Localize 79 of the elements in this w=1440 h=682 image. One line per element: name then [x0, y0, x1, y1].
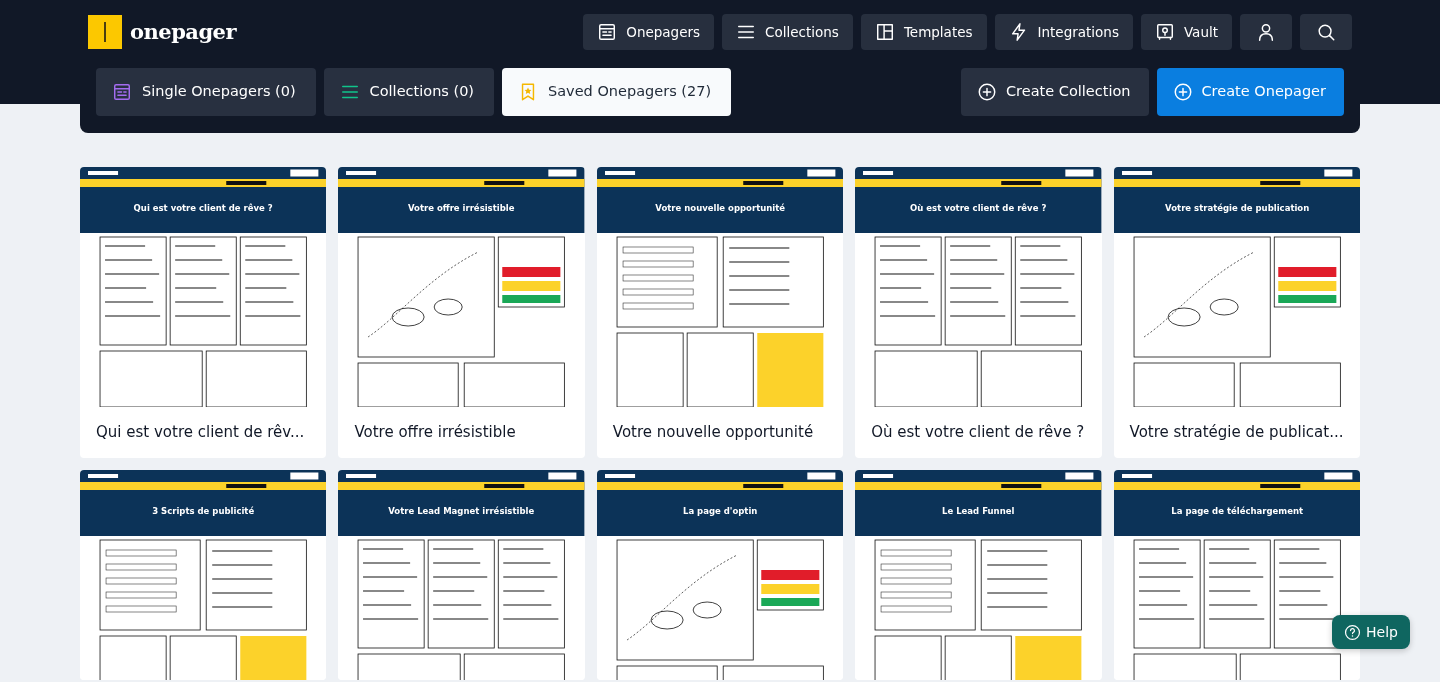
onepager-card[interactable]: Votre Lead Magnet irrésistible — [338, 469, 585, 680]
thumbnail-logo — [604, 171, 635, 175]
tab[interactable]: Collections (0) — [323, 68, 495, 116]
thumbnail-banner-button — [1001, 483, 1042, 488]
nav-button[interactable]: Onepagers — [583, 14, 715, 50]
thumbnail-title: La page d'optin — [682, 505, 758, 516]
plus-icon — [977, 82, 997, 102]
thumbnail-title: Votre offre irrésistible — [408, 203, 515, 213]
thumbnail-banner-button — [743, 483, 784, 488]
thumbnail-banner-button — [484, 181, 525, 185]
thumbnail-banner-button — [226, 181, 267, 185]
nav-button[interactable]: Templates — [860, 14, 987, 50]
thumbnail-button — [807, 169, 836, 177]
create-onepager-button[interactable]: Create Onepager — [1156, 68, 1344, 116]
user-icon — [1256, 22, 1276, 42]
safe-icon — [1154, 22, 1175, 42]
thumbnail-button — [290, 169, 319, 177]
thumbnail-banner-button — [1001, 181, 1042, 185]
plus-icon — [1172, 82, 1193, 102]
thumbnail-title: Votre Lead Magnet irrésistible — [388, 505, 535, 516]
thumbnail-logo — [88, 473, 119, 478]
card-title: Votre offre irrésistible — [353, 422, 517, 443]
thumbnail-banner-button — [226, 483, 267, 488]
onepager-card[interactable]: La page d'optin — [596, 469, 844, 680]
card-title: Votre stratégie de publicat... — [1128, 422, 1345, 443]
thumbnail-button — [290, 472, 319, 479]
thumbnail-button — [1323, 472, 1352, 479]
thumbnail-title: 3 Scripts de publicité — [152, 505, 255, 516]
onepager-card[interactable]: Le Lead Funnel — [855, 469, 1102, 680]
thumbnail-title: Votre nouvelle opportunité — [655, 203, 785, 213]
thumbnail-title: Qui est votre client de rêve ? — [133, 203, 273, 213]
card-title: Où est votre client de rêve ? — [870, 422, 1086, 443]
thumbnail-button — [548, 472, 577, 479]
nav-button[interactable]: Integrations — [994, 14, 1133, 50]
thumbnail-logo — [863, 473, 894, 478]
thumbnail-title: Où est votre client de rêve ? — [910, 203, 1047, 213]
thumbnail-title: Votre stratégie de publication — [1164, 203, 1309, 213]
thumbnail-button — [548, 169, 577, 177]
thumbnail-logo — [1121, 473, 1152, 478]
search-button[interactable] — [1300, 14, 1352, 50]
onepager-card[interactable]: La page de téléchargement — [1113, 469, 1360, 680]
layout-icon — [874, 22, 895, 42]
help-button[interactable]: Help — [1332, 615, 1410, 649]
onepager-card[interactable]: Votre stratégie de publication Votre stratégie de publicat... — [1113, 167, 1360, 458]
tab[interactable]: Saved Onepagers (27) — [502, 68, 732, 116]
thumbnail-banner-button — [1259, 181, 1300, 185]
document-icon — [597, 22, 618, 42]
search-icon — [1316, 22, 1336, 42]
thumbnail-logo — [1121, 171, 1152, 175]
logo-icon — [88, 15, 122, 49]
thumbnail-title: La page de téléchargement — [1170, 505, 1303, 516]
profile-button[interactable] — [1240, 14, 1292, 50]
onepager-card[interactable]: Où est votre client de rêve ? Où est votre client de rêve ? — [855, 167, 1102, 458]
thumbnail-banner-button — [743, 181, 784, 185]
thumbnail-logo — [346, 171, 377, 175]
onepager-card[interactable]: Qui est votre client de rêve ? Qui est votre client de rêv... — [80, 167, 327, 458]
nav-button[interactable]: Vault — [1140, 14, 1232, 50]
thumbnail-button — [1065, 169, 1094, 177]
thumbnail-title: Le Lead Funnel — [942, 505, 1015, 516]
document-icon — [112, 82, 132, 102]
thumbnail-button — [807, 472, 836, 479]
thumbnail-logo — [863, 171, 894, 175]
nav-button[interactable]: Collections — [722, 14, 853, 50]
onepager-card[interactable]: Votre offre irrésistible Votre offre irrésistible — [338, 167, 585, 458]
create-collection-button[interactable]: Create Collection — [961, 68, 1149, 116]
card-title: Votre nouvelle opportunité — [611, 422, 815, 443]
onepager-card[interactable]: 3 Scripts de publicité — [80, 469, 327, 680]
thumbnail-logo — [604, 473, 635, 478]
thumbnail-banner-button — [484, 483, 525, 488]
card-title: Qui est votre client de rêv... — [95, 422, 306, 443]
thumbnail-logo — [88, 171, 119, 175]
onepager-card[interactable]: Votre nouvelle opportunité Votre nouvelle opportunité — [596, 167, 844, 458]
thumbnail-logo — [346, 473, 377, 478]
thumbnail-button — [1323, 169, 1352, 177]
help-icon — [1344, 623, 1362, 641]
tab[interactable]: Single Onepagers (0) — [96, 68, 316, 116]
thumbnail-button — [1065, 472, 1094, 479]
brand-name: onepager — [130, 18, 237, 47]
thumbnail-banner-button — [1259, 483, 1300, 488]
